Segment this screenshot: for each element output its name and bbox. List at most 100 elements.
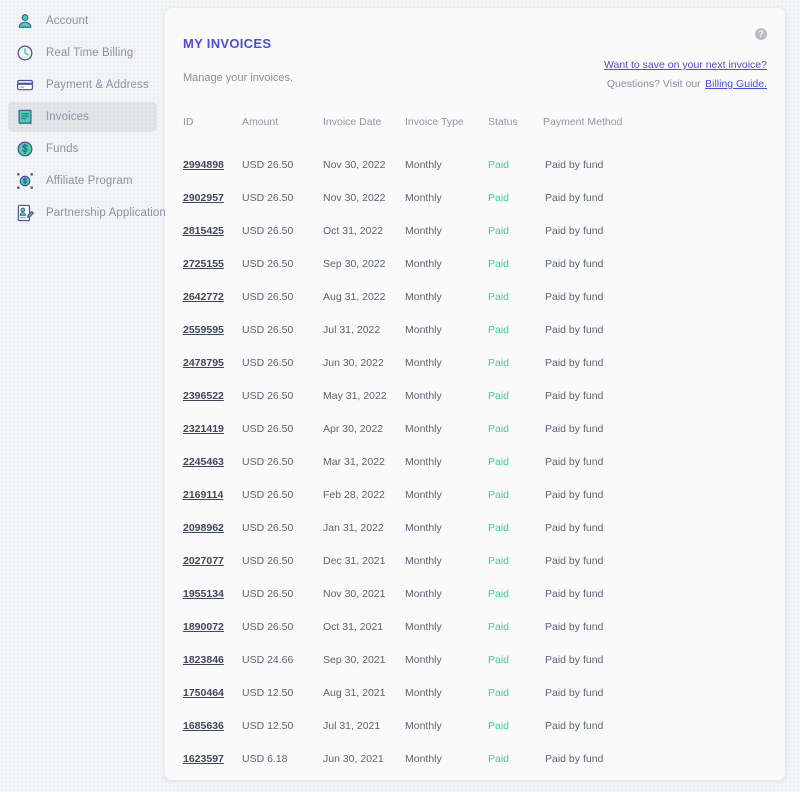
sidebar-item-real-time-billing[interactable]: Real Time Billing bbox=[8, 38, 157, 68]
status-badge: Paid bbox=[488, 554, 510, 567]
invoice-id-link[interactable]: 2642772 bbox=[183, 291, 224, 303]
column-header-amount: Amount bbox=[242, 116, 279, 128]
column-header-id: ID bbox=[183, 116, 194, 128]
sidebar-item-account[interactable]: Account bbox=[8, 6, 157, 36]
invoice-id-link[interactable]: 2559595 bbox=[183, 324, 224, 336]
invoice-date: Sep 30, 2021 bbox=[323, 653, 386, 666]
payment-method: Paid by fund bbox=[545, 224, 604, 237]
sidebar-item-label: Invoices bbox=[46, 111, 89, 123]
invoice-id-link[interactable]: 1685636 bbox=[183, 720, 224, 732]
invoice-amount: USD 26.50 bbox=[242, 158, 294, 171]
affiliate-icon bbox=[16, 172, 34, 190]
table-row: 2245463 USD 26.50 Mar 31, 2022 Monthly Paid P… bbox=[183, 445, 767, 478]
invoice-id-link[interactable]: 2396522 bbox=[183, 390, 224, 402]
invoice-date: Jul 31, 2021 bbox=[323, 719, 381, 732]
payment-method: Paid by fund bbox=[545, 356, 604, 369]
status-badge: Paid bbox=[488, 257, 510, 270]
payment-method: Paid by fund bbox=[545, 389, 604, 402]
invoice-amount: USD 26.50 bbox=[242, 257, 294, 270]
sidebar-item-label: Account bbox=[46, 15, 89, 27]
invoice-id-link[interactable]: 2169114 bbox=[183, 489, 223, 501]
sidebar-item-label: Payment & Address bbox=[46, 79, 149, 91]
payment-method: Paid by fund bbox=[545, 257, 604, 270]
invoice-amount: USD 26.50 bbox=[242, 620, 294, 633]
status-badge: Paid bbox=[488, 455, 510, 468]
invoice-date: Mar 31, 2022 bbox=[323, 455, 385, 468]
page-title: MY INVOICES bbox=[183, 36, 272, 51]
column-header-payment-method: Payment Method bbox=[543, 116, 623, 128]
invoice-amount: USD 26.50 bbox=[242, 224, 294, 237]
payment-method: Paid by fund bbox=[545, 158, 604, 171]
sidebar-item-funds[interactable]: Funds bbox=[8, 134, 157, 164]
invoice-id-link[interactable]: 2994898 bbox=[183, 159, 224, 171]
column-header-invoice-type: Invoice Type bbox=[405, 116, 464, 128]
invoice-id-link[interactable]: 1823846 bbox=[183, 654, 224, 666]
invoice-id-link[interactable]: 2321419 bbox=[183, 423, 224, 435]
invoice-type: Monthly bbox=[405, 224, 442, 237]
invoice-amount: USD 26.50 bbox=[242, 356, 294, 369]
invoice-type: Monthly bbox=[405, 158, 442, 171]
invoice-amount: USD 6.18 bbox=[242, 752, 288, 765]
table-row: 2815425 USD 26.50 Oct 31, 2022 Monthly Paid P… bbox=[183, 214, 767, 247]
status-badge: Paid bbox=[488, 620, 510, 633]
invoice-id-link[interactable]: 1890072 bbox=[183, 621, 224, 633]
invoice-id-link[interactable]: 2027077 bbox=[183, 555, 224, 567]
invoice-amount: USD 26.50 bbox=[242, 554, 294, 567]
invoice-amount: USD 26.50 bbox=[242, 521, 294, 534]
invoice-type: Monthly bbox=[405, 389, 442, 402]
invoices-card: ? MY INVOICES Manage your invoices. Want… bbox=[165, 8, 785, 780]
invoice-id-link[interactable]: 2725155 bbox=[183, 258, 224, 270]
sidebar-item-partnership-application[interactable]: Partnership Application bbox=[8, 198, 166, 228]
table-row: 1955134 USD 26.50 Nov 30, 2021 Monthly Paid P… bbox=[183, 577, 767, 610]
invoices-table: ID Amount Invoice Date Invoice Type Stat… bbox=[183, 116, 767, 775]
status-badge: Paid bbox=[488, 719, 510, 732]
help-icon[interactable]: ? bbox=[755, 28, 767, 40]
invoice-type: Monthly bbox=[405, 257, 442, 270]
payment-method: Paid by fund bbox=[545, 554, 604, 567]
table-row: 1890072 USD 26.50 Oct 31, 2021 Monthly Paid P… bbox=[183, 610, 767, 643]
invoice-date: Nov 30, 2021 bbox=[323, 587, 386, 600]
partnership-icon bbox=[16, 204, 34, 222]
invoice-amount: USD 12.50 bbox=[242, 686, 294, 699]
invoice-id-link[interactable]: 2098962 bbox=[183, 522, 224, 534]
invoice-id-link[interactable]: 1750464 bbox=[183, 687, 224, 699]
invoice-amount: USD 26.50 bbox=[242, 488, 294, 501]
invoice-id-link[interactable]: 2478795 bbox=[183, 357, 224, 369]
invoice-amount: USD 12.50 bbox=[242, 719, 294, 732]
questions-label: Questions? Visit our bbox=[606, 78, 701, 90]
invoice-type: Monthly bbox=[405, 521, 442, 534]
status-badge: Paid bbox=[488, 389, 510, 402]
dollar-circle-icon bbox=[16, 140, 34, 158]
invoice-type: Monthly bbox=[405, 719, 442, 732]
status-badge: Paid bbox=[488, 323, 510, 336]
invoice-id-link[interactable]: 2902957 bbox=[183, 192, 224, 204]
invoice-amount: USD 24.66 bbox=[242, 653, 294, 666]
invoice-date: Aug 31, 2021 bbox=[323, 686, 386, 699]
table-row: 2642772 USD 26.50 Aug 31, 2022 Monthly Paid P… bbox=[183, 280, 767, 313]
sidebar-item-payment-address[interactable]: Payment & Address bbox=[8, 70, 157, 100]
invoice-amount: USD 26.50 bbox=[242, 191, 294, 204]
billing-guide-link[interactable]: Billing Guide. bbox=[705, 78, 767, 90]
table-row: 2321419 USD 26.50 Apr 30, 2022 Monthly Paid P… bbox=[183, 412, 767, 445]
invoice-id-link[interactable]: 2815425 bbox=[183, 225, 224, 237]
invoice-id-link[interactable]: 1623597 bbox=[183, 753, 224, 765]
invoice-amount: USD 26.50 bbox=[242, 455, 294, 468]
sidebar-item-label: Funds bbox=[46, 143, 79, 155]
invoice-date: Sep 30, 2022 bbox=[323, 257, 386, 270]
invoice-date: Feb 28, 2022 bbox=[323, 488, 385, 501]
invoice-id-link[interactable]: 2245463 bbox=[183, 456, 224, 468]
sidebar-item-invoices[interactable]: Invoices bbox=[8, 102, 157, 132]
invoice-date: Nov 30, 2022 bbox=[323, 191, 386, 204]
invoice-type: Monthly bbox=[405, 554, 442, 567]
invoice-date: Jun 30, 2021 bbox=[323, 752, 384, 765]
invoice-type: Monthly bbox=[405, 620, 442, 633]
sidebar-item-affiliate-program[interactable]: Affiliate Program bbox=[8, 166, 157, 196]
payment-method: Paid by fund bbox=[545, 752, 604, 765]
sidebar-item-label: Real Time Billing bbox=[46, 47, 134, 59]
invoice-date: Oct 31, 2021 bbox=[323, 620, 384, 633]
invoice-id-link[interactable]: 1955134 bbox=[183, 588, 224, 600]
invoice-type: Monthly bbox=[405, 686, 442, 699]
invoice-type: Monthly bbox=[405, 752, 442, 765]
table-body: 2994898 USD 26.50 Nov 30, 2022 Monthly Paid P… bbox=[183, 148, 767, 775]
save-next-invoice-link[interactable]: Want to save on your next invoice? bbox=[604, 59, 767, 71]
